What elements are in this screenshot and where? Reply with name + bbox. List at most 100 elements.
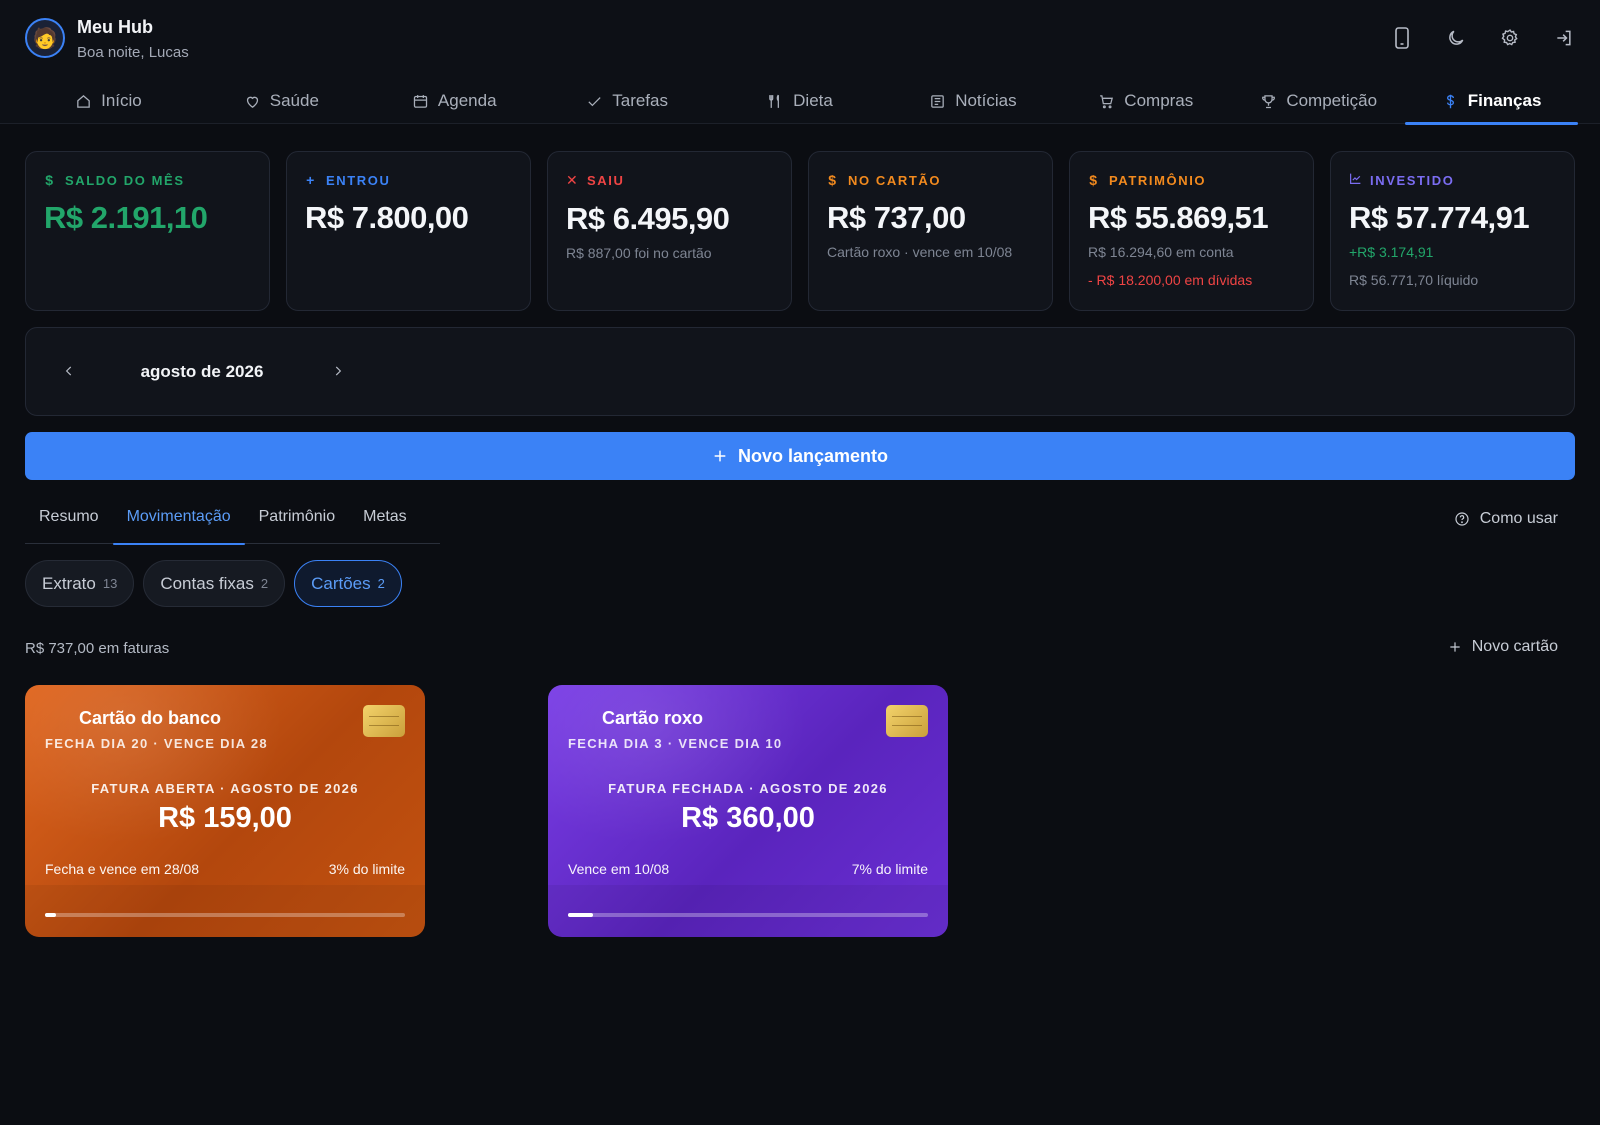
stat-value: R$ 57.774,91: [1349, 200, 1530, 235]
nav-label: Notícias: [955, 91, 1017, 110]
tab-metas[interactable]: Metas: [349, 508, 421, 544]
nav-label: Agenda: [437, 91, 497, 110]
app-title: Meu Hub: [77, 17, 153, 37]
new-entry-label: Novo lançamento: [737, 445, 889, 466]
main-nav: Início Saúde Agenda Tarefas Dieta Notíci…: [22, 78, 1578, 125]
chip-cartoes[interactable]: Cartões 2: [294, 560, 402, 607]
nav-item-saude[interactable]: Saúde: [195, 78, 368, 124]
chip-extrato[interactable]: Extrato 13: [25, 560, 135, 607]
stat-label-text: INVESTIDO: [1370, 172, 1455, 188]
dollar-icon: [1446, 94, 1454, 108]
nav-item-noticias[interactable]: Notícias: [886, 78, 1059, 124]
stat-label: INVESTIDO: [1349, 172, 1556, 188]
nav-item-competicao[interactable]: Competição: [1232, 78, 1405, 124]
card-invoice-status: FATURA FECHADA · AGOSTO DE 2026: [608, 781, 888, 796]
nav-item-dieta[interactable]: Dieta: [714, 78, 887, 124]
faturas-total: R$ 737,00 em faturas: [25, 640, 170, 657]
cart-icon: [1100, 94, 1114, 108]
gear-icon[interactable]: [1500, 24, 1520, 52]
heart-icon: [246, 96, 258, 108]
stat-sub: R$ 16.294,60 em conta: [1088, 244, 1234, 260]
stat-label: $ SALDO DO MÊS: [44, 172, 251, 188]
card-name: Cartão roxo: [602, 708, 704, 728]
card-chip-icon: [363, 705, 405, 737]
card-due: Fecha e vence em 28/08: [45, 861, 200, 877]
card-footer: [25, 885, 425, 937]
stat-sub-gain: +R$ 3.174,91: [1349, 244, 1434, 260]
chevron-right-icon[interactable]: [327, 360, 349, 382]
x-icon: ✕: [566, 172, 580, 188]
chip-count: 2: [377, 576, 385, 591]
month-label: agosto de 2026: [140, 362, 264, 381]
stat-value: R$ 6.495,90: [566, 201, 730, 236]
nav-label: Finanças: [1467, 91, 1542, 110]
stat-saldo: $ SALDO DO MÊS R$ 2.191,10: [25, 151, 270, 311]
card-invoice-amount: R$ 360,00: [681, 802, 815, 834]
dollar-icon: $: [828, 172, 838, 188]
chip-count: 13: [102, 576, 118, 591]
chart-line-icon: [1349, 172, 1361, 188]
help-circle-icon: [1455, 512, 1469, 526]
app-header: 🧑 Meu Hub Boa noite, Lucas Início Saúde …: [0, 0, 1600, 125]
card-dates: FECHA DIA 3 · VENCE DIA 10: [568, 736, 783, 751]
stat-label: $ PATRIMÔNIO: [1088, 172, 1295, 188]
stat-patrimonio: $ PATRIMÔNIO R$ 55.869,51 R$ 16.294,60 e…: [1069, 151, 1314, 311]
stat-label: + ENTROU: [305, 172, 512, 188]
new-card-label: Novo cartão: [1471, 638, 1558, 655]
new-entry-button[interactable]: Novo lançamento: [25, 432, 1575, 480]
card-dates: FECHA DIA 20 · VENCE DIA 28: [45, 736, 268, 751]
nav-label: Início: [101, 91, 142, 110]
stat-label-text: ENTROU: [326, 172, 391, 188]
chip-contas-fixas[interactable]: Contas fixas 2: [143, 560, 286, 607]
tab-resumo[interactable]: Resumo: [25, 508, 113, 544]
dollar-icon: $: [45, 172, 55, 188]
nav-item-compras[interactable]: Compras: [1059, 78, 1232, 124]
header-actions: [1392, 24, 1574, 52]
month-selector: agosto de 2026: [25, 327, 1575, 416]
nav-item-financas[interactable]: Finanças: [1405, 78, 1578, 125]
card-limit-bar-fill: [568, 913, 594, 917]
chevron-left-icon[interactable]: [58, 360, 80, 382]
stat-saiu: ✕ SAIU R$ 6.495,90 R$ 887,00 foi no cart…: [547, 151, 792, 311]
plus-icon: +: [306, 172, 316, 188]
credit-card[interactable]: Cartão do banco FECHA DIA 20 · VENCE DIA…: [25, 685, 425, 937]
help-label: Como usar: [1479, 510, 1558, 527]
dollar-icon: $: [1089, 172, 1099, 188]
stat-sub-debts: - R$ 18.200,00 em dívidas: [1088, 272, 1253, 288]
nav-label: Competição: [1286, 91, 1378, 110]
nav-label: Saúde: [269, 91, 319, 110]
section-tabs: Resumo Movimentação Patrimônio Metas: [25, 508, 440, 545]
stat-sub-net: R$ 56.771,70 líquido: [1349, 272, 1479, 288]
card-limit: 7% do limite: [851, 861, 928, 877]
check-icon: [588, 96, 601, 106]
card-limit-bar-fill: [45, 913, 56, 917]
home-icon: [77, 94, 90, 108]
credit-card[interactable]: Cartão roxo FECHA DIA 3 · VENCE DIA 10 F…: [548, 685, 948, 937]
stat-label-text: NO CARTÃO: [848, 172, 942, 188]
avatar[interactable]: 🧑: [25, 18, 65, 58]
new-card-button[interactable]: Novo cartão: [1448, 638, 1558, 656]
tab-patrimonio[interactable]: Patrimônio: [245, 508, 349, 544]
card-limit: 3% do limite: [328, 861, 405, 877]
card-name: Cartão do banco: [79, 708, 222, 728]
stat-label-text: SAIU: [587, 173, 625, 188]
nav-item-tarefas[interactable]: Tarefas: [541, 78, 714, 124]
phone-icon[interactable]: [1392, 24, 1412, 52]
card-due: Vence em 10/08: [568, 861, 670, 877]
stat-label-text: SALDO DO MÊS: [65, 172, 185, 188]
card-limit-bar: [45, 913, 405, 917]
logout-icon[interactable]: [1554, 24, 1574, 52]
moon-icon[interactable]: [1446, 24, 1466, 52]
stat-value: R$ 7.800,00: [305, 200, 469, 235]
newspaper-icon: [931, 94, 944, 108]
help-button[interactable]: Como usar: [1454, 510, 1558, 528]
nav-item-agenda[interactable]: Agenda: [368, 78, 541, 124]
chip-label: Cartões: [311, 573, 371, 593]
stat-label: $ NO CARTÃO: [827, 172, 1034, 188]
stat-no-cartao: $ NO CARTÃO R$ 737,00 Cartão roxo · venc…: [808, 151, 1053, 311]
chip-count: 2: [260, 576, 269, 591]
nav-item-inicio[interactable]: Início: [22, 78, 195, 124]
tab-movimentacao[interactable]: Movimentação: [112, 508, 245, 545]
stat-entrou: + ENTROU R$ 7.800,00: [286, 151, 531, 311]
trophy-icon: [1262, 94, 1276, 108]
